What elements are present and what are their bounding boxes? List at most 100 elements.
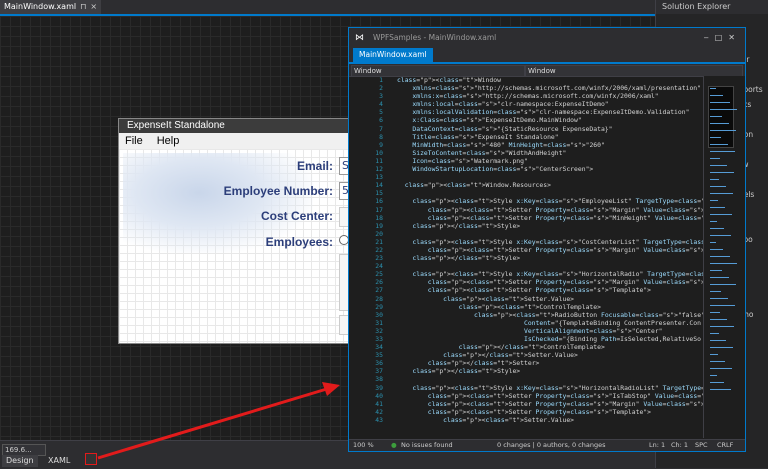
minimap-line (710, 319, 727, 320)
issues-status[interactable]: No issues found (401, 440, 453, 451)
code-text: Icon=class="s">"Watermark.png" (412, 156, 528, 165)
minimap-line (710, 347, 733, 348)
minimap-line (710, 179, 719, 180)
employee-number-label: Employee Number: (223, 184, 333, 198)
code-line[interactable]: 20 (349, 230, 703, 238)
minimap-line (710, 151, 735, 152)
wpf-window-preview[interactable]: ExpenseIt Standalone File Help Email: Sc… (118, 118, 360, 344)
code-text: class="p"></class="t">Style> (412, 221, 521, 230)
code-line[interactable]: 42 class="p"><class="t">Setter Property=… (349, 408, 703, 416)
code-line[interactable]: 14 class="p"><class="t">Window.Resources… (349, 181, 703, 189)
code-line[interactable]: 24 (349, 262, 703, 270)
code-line[interactable]: 41 class="p"><class="t">Setter Property=… (349, 400, 703, 408)
code-line[interactable]: 33 IsChecked="{Binding Path=IsSelected,R… (349, 335, 703, 343)
minimap-line (710, 88, 716, 89)
code-text: SizeToContent=class="s">"WidthAndHeight" (412, 148, 567, 157)
line-number: 20 (375, 229, 383, 238)
scrollbar-minimap[interactable] (703, 76, 745, 438)
line-number: 36 (375, 359, 383, 368)
line-number: 1 (379, 76, 383, 84)
minimap-line (710, 235, 731, 236)
code-line[interactable]: 10 SizeToContent=class="s">"WidthAndHeig… (349, 149, 703, 157)
xaml-code-editor[interactable]: 1 class="p"><class="t">Window 2 xmlns=clas… (349, 76, 703, 438)
code-line[interactable]: 28 class="p"><class="t">Setter.Value> (349, 295, 703, 303)
code-line[interactable]: 8 Title=class="s">"ExpenseIt Standalone" (349, 133, 703, 141)
code-line[interactable]: 21 class="p"><class="t">Style x:Key=clas… (349, 238, 703, 246)
close-icon[interactable]: × (90, 0, 97, 14)
code-text: class="p"></class="t">Style> (412, 367, 521, 376)
code-line[interactable]: 16 class="p"><class="t">Style x:Key=clas… (349, 197, 703, 205)
menu-help[interactable]: Help (157, 133, 180, 149)
code-line[interactable]: 27 class="p"><class="t">Setter Property=… (349, 286, 703, 294)
code-line[interactable]: 25 class="p"><class="t">Style x:Key=clas… (349, 270, 703, 278)
code-line[interactable]: 29 class="p"><class="t">ControlTemplate> (349, 303, 703, 311)
solution-explorer-title: Solution Explorer (656, 0, 768, 14)
minimap-line (710, 333, 719, 334)
code-line[interactable]: 12 WindowStartupLocation=class="s">"Cent… (349, 165, 703, 173)
minimap-line (710, 172, 734, 173)
tab-xaml[interactable]: XAML (44, 455, 74, 467)
code-line[interactable]: 37 class="p"></class="t">Style> (349, 367, 703, 375)
pin-icon[interactable]: ⊓ (80, 0, 86, 14)
code-line[interactable]: 35 class="p"></class="t">Setter.Value> (349, 351, 703, 359)
minimap-line (710, 109, 737, 110)
minimap-line (710, 312, 720, 313)
code-line[interactable]: 38 (349, 375, 703, 383)
code-line[interactable]: 40 class="p"><class="t">Setter Property=… (349, 392, 703, 400)
code-text: class="p"><class="t">Setter Property=cla… (427, 407, 651, 416)
menu-file[interactable]: File (125, 133, 143, 149)
minimap-line (710, 123, 729, 124)
code-line[interactable]: 15 (349, 189, 703, 197)
code-line[interactable]: 31 Content="{TemplateBinding ContentPres… (349, 319, 703, 327)
minimap-line (710, 277, 729, 278)
minimap-line (710, 389, 731, 390)
code-text: class="p"><class="t">Setter.Value> (443, 415, 575, 424)
code-line[interactable]: 23 class="p"></class="t">Style> (349, 254, 703, 262)
code-line[interactable]: 26 class="p"><class="t">Setter Property=… (349, 278, 703, 286)
swap-panes-button[interactable] (85, 453, 97, 465)
tab-mainwindow-xaml[interactable]: MainWindow.xaml ⊓ × (0, 0, 102, 14)
line-number: 35 (375, 351, 383, 360)
code-line[interactable]: 34 class="p"></class="t">ControlTemplate… (349, 343, 703, 351)
code-line[interactable]: 43 class="p"><class="t">Setter.Value> (349, 416, 703, 424)
floating-xaml-window[interactable]: ⋈ WPFSamples - MainWindow.xaml ‒□✕ MainW… (348, 27, 746, 452)
code-text: class="p"><class="t">Style x:Key=class="… (412, 197, 703, 206)
code-text: class="p"><class="t">Setter Property=cla… (427, 245, 703, 254)
code-line[interactable]: 2 xmlns=class="s">"http://schemas.micros… (349, 84, 703, 92)
check-circle-icon: ● (391, 441, 397, 449)
code-line[interactable]: 7 DataContext=class="s">"{StaticResource… (349, 125, 703, 133)
xaml-window-title: WPFSamples - MainWindow.xaml (373, 33, 497, 42)
code-text: class="p"><class="t">ControlTemplate> (458, 302, 601, 311)
line-number: 6 (379, 116, 383, 125)
code-line[interactable]: 18 class="p"><class="t">Setter Property=… (349, 214, 703, 222)
code-line[interactable]: 9 MinWidth=class="s">"480" MinHeight=cla… (349, 141, 703, 149)
code-line[interactable]: 5 xmlns:localValidation=class="s">"clr-n… (349, 108, 703, 116)
code-line[interactable]: 6 x:Class=class="s">"ExpenseItDemo.MainW… (349, 116, 703, 124)
tab-design[interactable]: Design (2, 455, 38, 467)
code-text: DataContext=class="s">"{StaticResource E… (412, 124, 613, 133)
code-line[interactable]: 17 class="p"><class="t">Setter Property=… (349, 206, 703, 214)
editor-zoom[interactable]: 100 % (353, 440, 374, 451)
code-line[interactable]: 13 (349, 173, 703, 181)
code-text: class="p"><class="t">Setter Property=cla… (427, 399, 703, 408)
code-line[interactable]: 1 class="p"><class="t">Window (349, 76, 703, 84)
tab-label: MainWindow.xaml (4, 2, 77, 11)
code-line[interactable]: 22 class="p"><class="t">Setter Property=… (349, 246, 703, 254)
code-line[interactable]: 4 xmlns:local=class="s">"clr-namespace:E… (349, 100, 703, 108)
email-label: Email: (296, 159, 333, 173)
line-number: 5 (379, 108, 383, 117)
window-controls[interactable]: ‒□✕ (704, 28, 741, 48)
code-line[interactable]: 11 Icon=class="s">"Watermark.png" (349, 157, 703, 165)
code-line[interactable]: 30 class="p"><class="t">RadioButton Focu… (349, 311, 703, 319)
minimap-line (710, 340, 726, 341)
minimap-line (710, 116, 722, 117)
code-line[interactable]: 3 xmlns:x=class="s">"http://schemas.micr… (349, 92, 703, 100)
line-number: 3 (379, 92, 383, 101)
minimap-line (710, 200, 718, 201)
tab-mainwindow-xaml-float[interactable]: MainWindow.xaml (353, 48, 433, 62)
code-line[interactable]: 39 class="p"><class="t">Style x:Key=clas… (349, 384, 703, 392)
line-number: 26 (375, 278, 383, 287)
code-line[interactable]: 19 class="p"></class="t">Style> (349, 222, 703, 230)
code-line[interactable]: 36 class="p"></class="t">Setter> (349, 359, 703, 367)
code-line[interactable]: 32 VerticalAlignment=class="s">"Center" (349, 327, 703, 335)
